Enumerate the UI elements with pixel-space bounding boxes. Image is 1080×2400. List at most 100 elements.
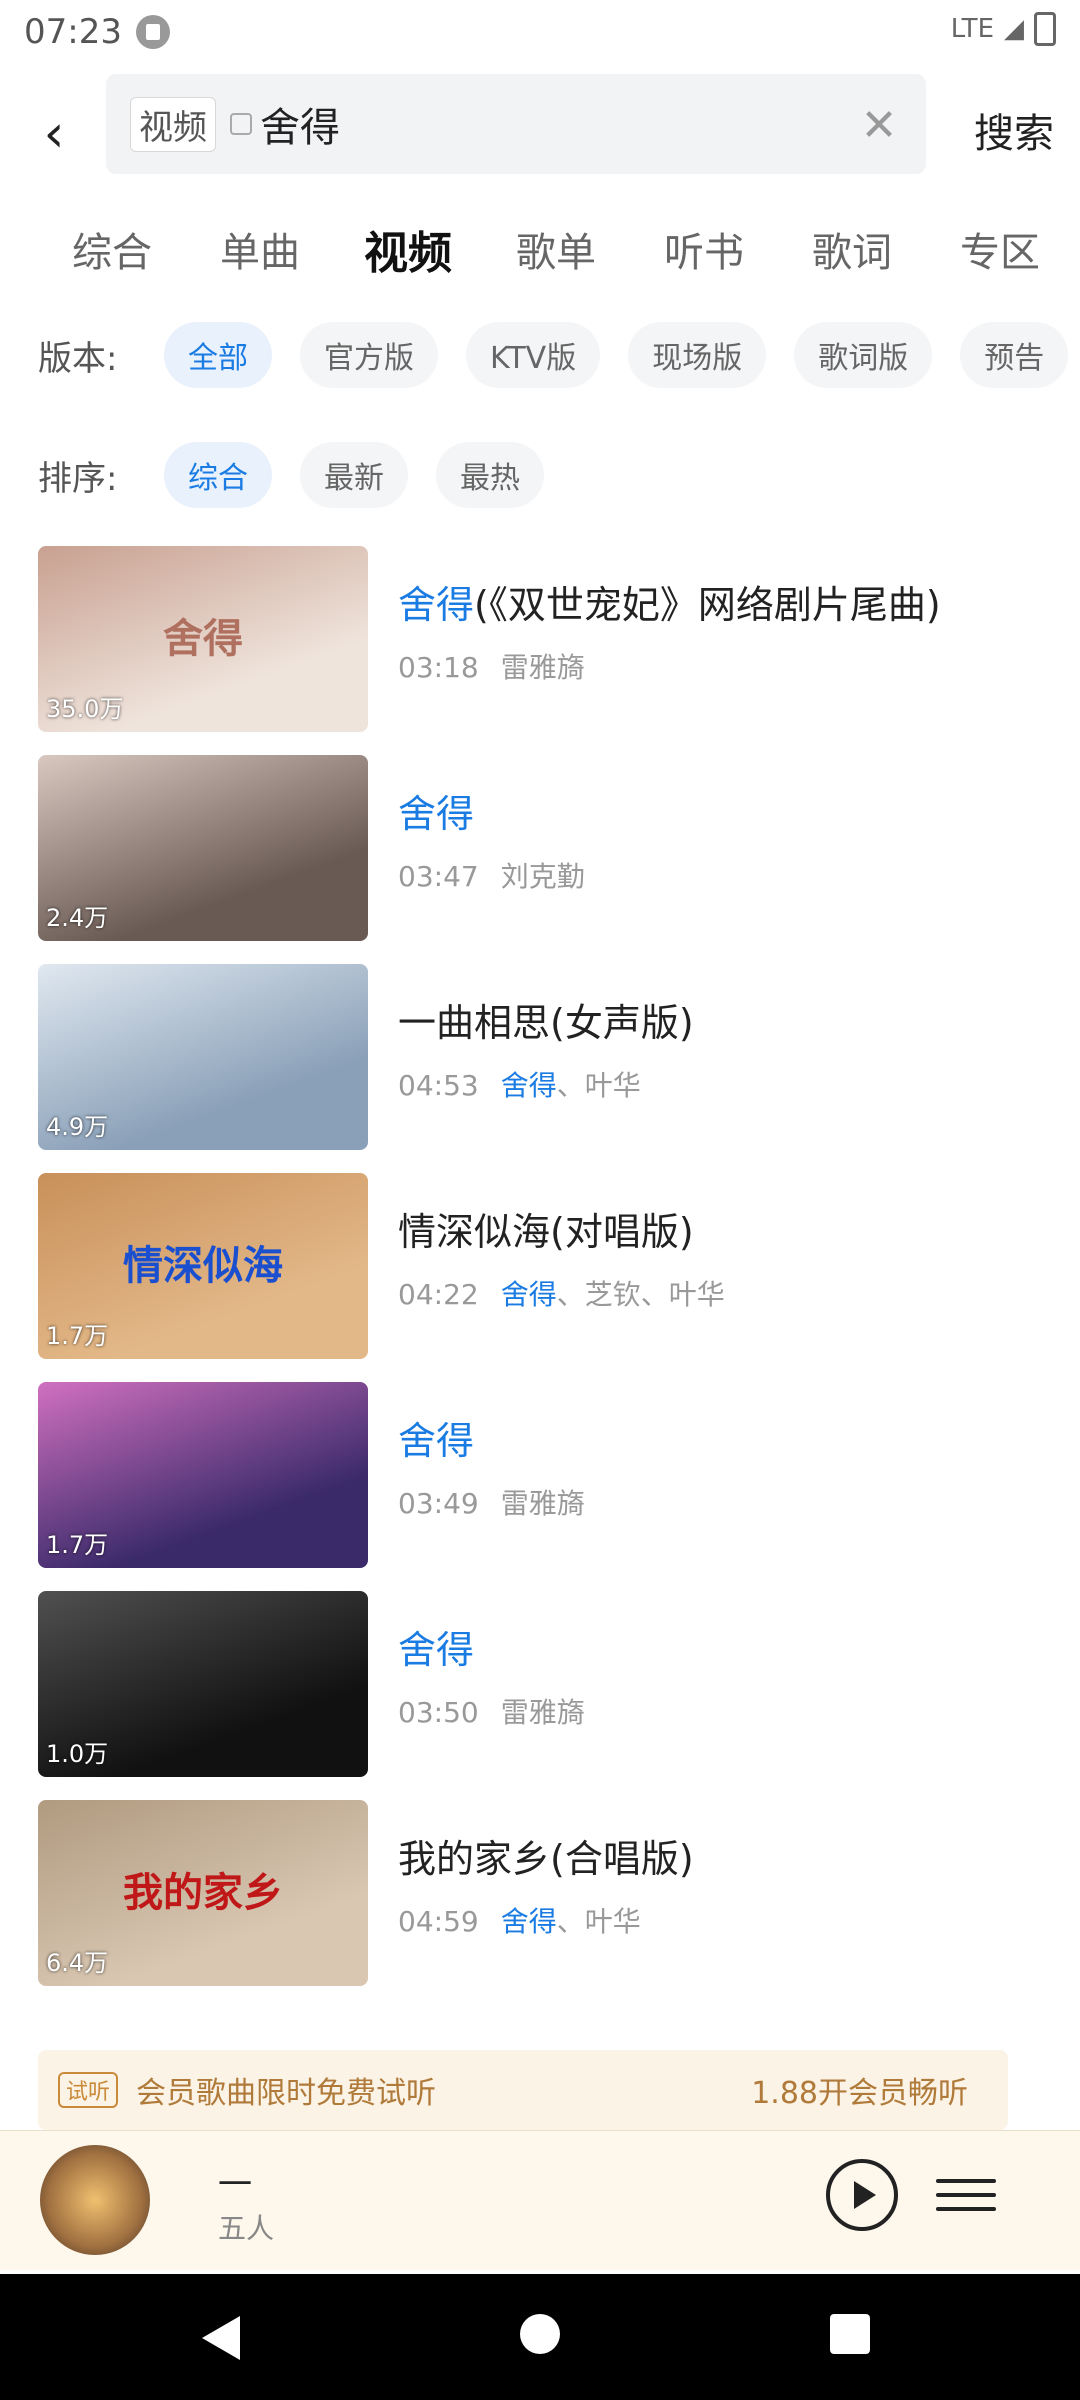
video-meta: 04:22 舍得、芝钦、叶华 [398, 1273, 1038, 1313]
video-result-item[interactable]: 我的家乡 6.4万 我的家乡(合唱版) 04:59 舍得、叶华 [0, 1790, 1080, 1999]
sort-option-newest[interactable]: 最新 [300, 442, 408, 508]
video-artist: 、芝钦、叶华 [556, 1278, 725, 1311]
video-meta: 04:53 舍得、叶华 [398, 1064, 1038, 1104]
play-count: 6.4万 [46, 1949, 109, 1977]
play-icon [854, 2181, 876, 2209]
video-title: 我的家乡(合唱版) [398, 1834, 1038, 1884]
video-title: 舍得 [398, 1416, 1038, 1466]
video-result-item[interactable]: 4.9万 一曲相思(女声版) 04:53 舍得、叶华 [0, 954, 1080, 1163]
video-result-list: 舍得 35.0万 舍得(《双世宠妃》网络剧片尾曲) 03:18 雷雅旖 2.4万 舍得 03:… [0, 536, 1080, 1999]
video-result-item[interactable]: 1.0万 舍得 03:50 雷雅旖 [0, 1581, 1080, 1790]
video-result-item[interactable]: 1.7万 舍得 03:49 雷雅旖 [0, 1372, 1080, 1581]
video-thumbnail[interactable]: 我的家乡 6.4万 [38, 1800, 368, 1986]
network-label: LTE [950, 14, 994, 44]
version-filter: 版本: 全部 官方版 KTV版 现场版 歌词版 预告 [0, 296, 1080, 414]
video-info: 一曲相思(女声版) 04:53 舍得、叶华 [398, 998, 1038, 1104]
battery-icon [1034, 12, 1056, 46]
tab-lyrics[interactable]: 歌词 [778, 219, 926, 279]
back-button[interactable]: ‹ [14, 94, 94, 174]
version-option-live[interactable]: 现场版 [628, 322, 767, 388]
sort-option-hottest[interactable]: 最热 [436, 442, 544, 508]
category-tabs: 综合 单曲 视频 歌单 听书 歌词 专区 [0, 204, 1080, 294]
now-playing-artist: 五人 [218, 2212, 275, 2245]
nav-recents-icon[interactable] [830, 2314, 870, 2354]
play-count: 4.9万 [46, 1113, 109, 1141]
signal-icon: ◢ [1004, 14, 1024, 44]
version-filter-label: 版本: [38, 338, 118, 379]
video-thumbnail[interactable]: 1.0万 [38, 1591, 368, 1777]
video-duration: 04:22 [398, 1278, 479, 1311]
playlist-button[interactable] [936, 2165, 996, 2225]
thumbnail-art-text: 我的家乡 [123, 1869, 283, 1916]
video-thumbnail[interactable]: 情深似海 1.7万 [38, 1173, 368, 1359]
search-scope-chip[interactable]: 视频 [130, 96, 216, 152]
thumbnail-art-text: 舍得 [163, 615, 243, 662]
sort-filter: 排序: 综合 最新 最热 [0, 416, 1080, 534]
video-title: 舍得 [398, 789, 1038, 839]
now-playing-cover[interactable] [40, 2145, 150, 2255]
video-title-highlight: 舍得 [398, 1628, 475, 1672]
screen: 07:23 LTE ◢ ‹ 视频 舍得 ✕ 搜索 综合 单曲 视频 歌单 听书 … [0, 0, 1080, 2400]
video-title-text: 我的家乡(合唱版) [398, 1837, 694, 1881]
status-icons: LTE ◢ [951, 12, 1056, 46]
video-result-item[interactable]: 舍得 35.0万 舍得(《双世宠妃》网络剧片尾曲) 03:18 雷雅旖 [0, 536, 1080, 745]
video-info: 我的家乡(合唱版) 04:59 舍得、叶华 [398, 1834, 1038, 1940]
video-thumbnail[interactable]: 1.7万 [38, 1382, 368, 1568]
video-duration: 03:50 [398, 1696, 479, 1729]
tab-zone[interactable]: 专区 [926, 219, 1074, 279]
tab-playlists[interactable]: 歌单 [482, 219, 630, 279]
video-duration: 04:53 [398, 1069, 479, 1102]
play-button[interactable] [826, 2159, 898, 2231]
nav-home-icon[interactable] [520, 2314, 560, 2354]
search-header: ‹ 视频 舍得 ✕ 搜索 [0, 64, 1080, 204]
vip-trial-banner[interactable]: 试听 会员歌曲限时免费试听 1.88开会员畅听 [38, 2050, 1008, 2130]
video-result-item[interactable]: 情深似海 1.7万 情深似海(对唱版) 04:22 舍得、芝钦、叶华 [0, 1163, 1080, 1372]
clear-search-button[interactable]: ✕ [842, 88, 916, 162]
video-title-text: 情深似海(对唱版) [398, 1210, 694, 1254]
video-artist-highlight: 舍得 [500, 1905, 557, 1938]
now-playing-title: 一 [218, 2165, 252, 2205]
video-artist: 雷雅旖 [500, 1487, 585, 1520]
sync-icon [135, 15, 170, 49]
tab-videos[interactable]: 视频 [334, 219, 482, 279]
mini-player[interactable]: 一 五人 [0, 2130, 1080, 2270]
status-bar: 07:23 LTE ◢ [0, 0, 1080, 64]
video-thumbnail[interactable]: 2.4万 [38, 755, 368, 941]
video-duration: 03:47 [398, 860, 479, 893]
play-count: 1.7万 [46, 1322, 109, 1350]
video-info: 情深似海(对唱版) 04:22 舍得、芝钦、叶华 [398, 1207, 1038, 1313]
video-artist: 雷雅旖 [500, 1696, 585, 1729]
close-icon: ✕ [860, 99, 898, 151]
tab-audiobooks[interactable]: 听书 [630, 219, 778, 279]
play-count: 35.0万 [46, 695, 124, 723]
video-artist-highlight: 舍得 [500, 1069, 557, 1102]
video-thumbnail[interactable]: 4.9万 [38, 964, 368, 1150]
version-option-lyrics[interactable]: 歌词版 [794, 322, 933, 388]
video-result-item[interactable]: 2.4万 舍得 03:47 刘克勤 [0, 745, 1080, 954]
nav-back-icon[interactable] [202, 2316, 240, 2360]
version-option-official[interactable]: 官方版 [300, 322, 438, 388]
version-option-all[interactable]: 全部 [164, 322, 272, 388]
sort-option-overall[interactable]: 综合 [164, 442, 272, 508]
search-input[interactable]: 视频 舍得 ✕ [106, 74, 926, 174]
video-title-text: 一曲相思(女声版) [398, 1001, 694, 1045]
video-info: 舍得 03:49 雷雅旖 [398, 1416, 1038, 1522]
playlist-icon [936, 2179, 996, 2183]
video-duration: 04:59 [398, 1905, 479, 1938]
vip-open-button[interactable]: 1.88开会员畅听 [751, 2068, 968, 2112]
video-thumbnail[interactable]: 舍得 35.0万 [38, 546, 368, 732]
version-option-trailer[interactable]: 预告 [960, 322, 1069, 388]
tab-all[interactable]: 综合 [38, 219, 186, 279]
search-submit-button[interactable]: 搜索 [964, 90, 1064, 170]
sort-filter-label: 排序: [38, 458, 118, 499]
search-scope-toggle[interactable] [230, 113, 252, 135]
video-title-highlight: 舍得 [398, 1419, 475, 1463]
video-artist: 雷雅旖 [500, 651, 585, 684]
video-duration: 03:49 [398, 1487, 479, 1520]
video-title: 情深似海(对唱版) [398, 1207, 1038, 1257]
play-count: 1.0万 [46, 1740, 109, 1768]
video-duration: 03:18 [398, 651, 479, 684]
version-option-ktv[interactable]: KTV版 [466, 322, 601, 388]
video-title: 舍得 [398, 1625, 1038, 1675]
tab-songs[interactable]: 单曲 [186, 219, 334, 279]
